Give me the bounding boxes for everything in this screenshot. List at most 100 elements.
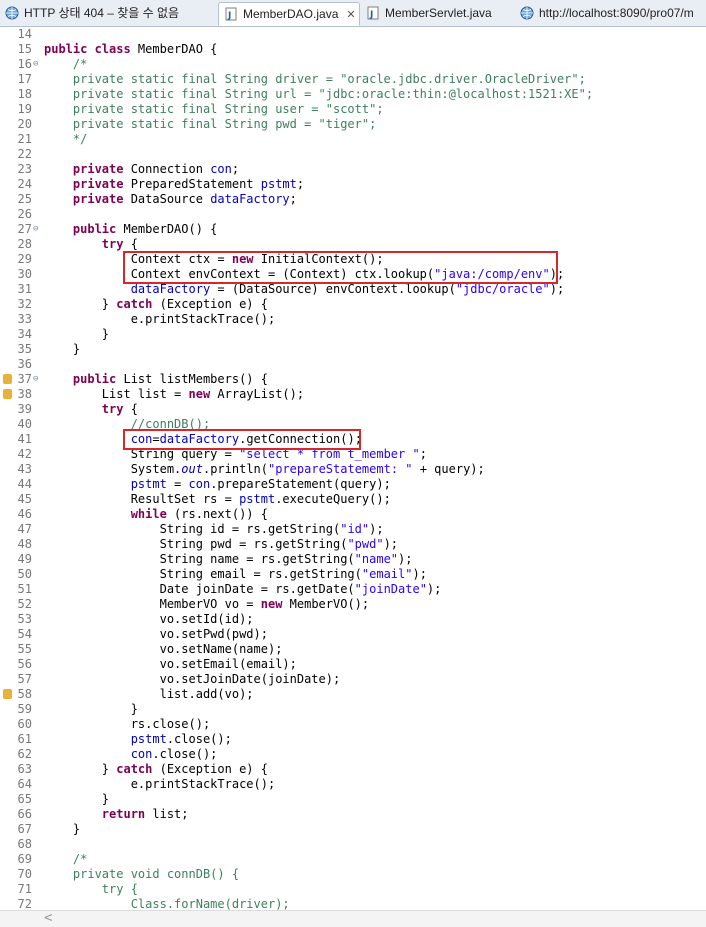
code-line[interactable]: 28 try { <box>0 237 706 252</box>
code-text: return list; <box>44 807 189 822</box>
code-line[interactable]: 59 } <box>0 702 706 717</box>
line-number: 19 <box>17 102 32 116</box>
code-line[interactable]: 15 public class MemberDAO { <box>0 42 706 57</box>
code-line[interactable]: 22 <box>0 147 706 162</box>
line-number: 45 <box>17 492 32 506</box>
code-line[interactable]: 68 <box>0 837 706 852</box>
fold-toggle-icon[interactable]: ⊖ <box>33 222 38 237</box>
code-text: public List listMembers() { <box>44 372 268 387</box>
code-line[interactable]: 20 private static final String pwd = "ti… <box>0 117 706 132</box>
code-line[interactable]: 44 pstmt = con.prepareStatement(query); <box>0 477 706 492</box>
code-line[interactable]: 26 <box>0 207 706 222</box>
code-token: List list = <box>44 387 189 401</box>
code-line[interactable]: 43 System.out.println("prepareStatememt:… <box>0 462 706 477</box>
code-text: MemberVO vo = new MemberVO(); <box>44 597 370 612</box>
code-line[interactable]: 70 private void connDB() { <box>0 867 706 882</box>
line-number: 39 <box>17 402 32 416</box>
code-line[interactable]: 52 MemberVO vo = new MemberVO(); <box>0 597 706 612</box>
code-line[interactable]: 45 ResultSet rs = pstmt.executeQuery(); <box>0 492 706 507</box>
code-line[interactable]: 53 vo.setId(id); <box>0 612 706 627</box>
code-line[interactable]: 56 vo.setEmail(email); <box>0 657 706 672</box>
code-text: } <box>44 702 138 717</box>
tab-http-404[interactable]: HTTP 상태 404 – 찾을 수 없음 <box>0 2 216 25</box>
line-number: 48 <box>17 537 32 551</box>
code-token: DataSource <box>130 192 211 206</box>
code-line[interactable]: 34 } <box>0 327 706 342</box>
code-token: private static final String pwd = "tiger… <box>44 117 377 131</box>
close-tab-icon[interactable]: ✕ <box>346 9 355 21</box>
code-line[interactable]: 25 private DataSource dataFactory; <box>0 192 706 207</box>
code-line[interactable]: 71 try { <box>0 882 706 897</box>
code-line[interactable]: 18 private static final String url = "jd… <box>0 87 706 102</box>
code-text: public class MemberDAO { <box>44 42 217 57</box>
code-line[interactable]: 16 ⊖ /* <box>0 57 706 72</box>
svg-text:J: J <box>369 10 373 20</box>
code-line[interactable]: 61 pstmt.close(); <box>0 732 706 747</box>
code-text: } catch (Exception e) { <box>44 297 268 312</box>
code-text: dataFactory = (DataSource) envContext.lo… <box>44 282 565 297</box>
code-token: Date joinDate = rs.getDate( <box>44 582 355 596</box>
code-token: con <box>188 477 211 491</box>
code-line[interactable]: 36 <box>0 357 706 372</box>
code-token: String id = rs.getString( <box>44 522 341 536</box>
code-line[interactable]: 24 private PreparedStatement pstmt; <box>0 177 706 192</box>
code-line[interactable]: 60 rs.close(); <box>0 717 706 732</box>
code-line[interactable]: 39 try { <box>0 402 706 417</box>
code-token: public <box>44 372 124 386</box>
code-line[interactable]: 14 <box>0 27 706 42</box>
code-line[interactable]: 51 Date joinDate = rs.getDate("joinDate"… <box>0 582 706 597</box>
line-number: 34 <box>17 327 32 341</box>
code-line[interactable]: 63 } catch (Exception e) { <box>0 762 706 777</box>
line-number: 58 <box>17 687 32 701</box>
code-line[interactable]: 64 e.printStackTrace(); <box>0 777 706 792</box>
horizontal-scrollbar[interactable]: < <box>0 910 706 927</box>
editor-tab-bar: HTTP 상태 404 – 찾을 수 없음 J MemberDAO.java ✕ … <box>0 0 706 27</box>
code-line[interactable]: 19 private static final String user = "s… <box>0 102 706 117</box>
tab-localhost-url[interactable]: http://localhost:8090/pro07/m <box>515 2 706 25</box>
code-line[interactable]: 21 */ <box>0 132 706 147</box>
code-token: String name = rs.getString( <box>44 552 355 566</box>
code-line[interactable]: 54 vo.setPwd(pwd); <box>0 627 706 642</box>
code-line[interactable]: 49 String name = rs.getString("name"); <box>0 552 706 567</box>
tab-memberservlet-java[interactable]: J MemberServlet.java <box>361 2 511 25</box>
code-text: } catch (Exception e) { <box>44 762 268 777</box>
code-line[interactable]: 35 } <box>0 342 706 357</box>
code-line[interactable]: 17 private static final String driver = … <box>0 72 706 87</box>
code-line[interactable]: 66 return list; <box>0 807 706 822</box>
code-line[interactable]: 65 } <box>0 792 706 807</box>
line-number: 46 <box>17 507 32 521</box>
code-line[interactable]: 67 } <box>0 822 706 837</box>
tab-label: MemberDAO.java <box>243 7 339 21</box>
code-line[interactable]: 23 private Connection con; <box>0 162 706 177</box>
code-line[interactable]: 37 ⊖ public List listMembers() { <box>0 372 706 387</box>
code-token: out <box>181 462 203 476</box>
code-token: ); <box>426 582 442 596</box>
code-line[interactable]: 69 /* <box>0 852 706 867</box>
code-token: Connection <box>130 162 211 176</box>
code-line[interactable]: 46 while (rs.next()) { <box>0 507 706 522</box>
code-token: private static final String user = "scot… <box>44 102 384 116</box>
code-line[interactable]: 58 list.add(vo); <box>0 687 706 702</box>
code-line[interactable]: 62 con.close(); <box>0 747 706 762</box>
code-line[interactable]: 27 ⊖ public MemberDAO() { <box>0 222 706 237</box>
tab-memberdao-java[interactable]: J MemberDAO.java ✕ <box>218 2 360 26</box>
code-text: Date joinDate = rs.getDate("joinDate"); <box>44 582 442 597</box>
code-editor[interactable]: 14 15 public class MemberDAO {16 ⊖ /* 17 pri… <box>0 27 706 912</box>
code-line[interactable]: 47 String id = rs.getString("id"); <box>0 522 706 537</box>
line-number: 51 <box>17 582 32 596</box>
code-line[interactable]: 33 e.printStackTrace(); <box>0 312 706 327</box>
code-line[interactable]: 57 vo.setJoinDate(joinDate); <box>0 672 706 687</box>
line-number: 70 <box>17 867 32 881</box>
line-number: 54 <box>17 627 32 641</box>
fold-toggle-icon[interactable]: ⊖ <box>33 57 38 72</box>
code-line[interactable]: 50 String email = rs.getString("email"); <box>0 567 706 582</box>
fold-toggle-icon[interactable]: ⊖ <box>33 372 38 387</box>
code-line[interactable]: 48 String pwd = rs.getString("pwd"); <box>0 537 706 552</box>
code-line[interactable]: 32 } catch (Exception e) { <box>0 297 706 312</box>
code-line[interactable]: 38 List list = new ArrayList(); <box>0 387 706 402</box>
line-number: 22 <box>17 147 32 161</box>
scroll-left-icon[interactable]: < <box>44 911 52 926</box>
code-line[interactable]: 55 vo.setName(name); <box>0 642 706 657</box>
code-token: con <box>210 162 232 176</box>
code-line[interactable]: 31 dataFactory = (DataSource) envContext… <box>0 282 706 297</box>
